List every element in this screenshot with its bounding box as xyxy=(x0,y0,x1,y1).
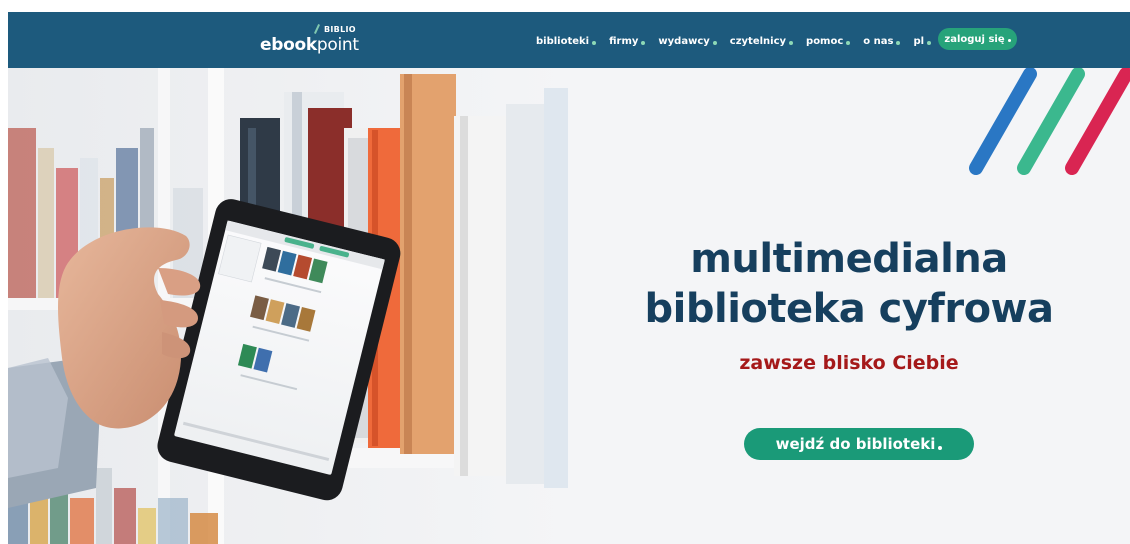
hero-subheadline: zawsze blisko Ciebie xyxy=(739,352,959,374)
logo-slash-mark xyxy=(313,24,321,34)
nav-item-label: pomoc xyxy=(806,35,844,47)
hero-headline-line1: multimedialna xyxy=(690,236,1008,282)
nav-item-label: wydawcy xyxy=(658,35,710,47)
logo-wordmark-bold: ebook xyxy=(260,35,317,55)
language-selector[interactable]: pl xyxy=(913,35,932,47)
dot-icon xyxy=(927,40,932,45)
hero-headline-line2: biblioteka cyfrowa xyxy=(644,286,1055,332)
dot-icon xyxy=(1007,39,1011,42)
decorative-stripes-icon xyxy=(969,68,1130,175)
dot-icon xyxy=(896,40,901,45)
dot-icon xyxy=(712,40,717,45)
ebookpoint-biblio-logo[interactable]: BIBLIO ebookpoint xyxy=(260,24,370,58)
dot-icon xyxy=(592,40,597,45)
logo-wordmark-light: point xyxy=(316,35,359,55)
hero-content: multimedialna biblioteka cyfrowa zawsze … xyxy=(568,68,1130,544)
dot-icon xyxy=(846,40,851,45)
nav-item-label: o nas xyxy=(863,35,894,47)
logo-tag: BIBLIO xyxy=(324,25,356,34)
nav-item-czytelnicy[interactable]: czytelnicy xyxy=(729,35,794,47)
dot-icon xyxy=(789,40,794,45)
main-nav: biblioteki firmy wydawcy czytelnicy pomo… xyxy=(536,31,944,51)
nav-item-label: firmy xyxy=(609,35,639,47)
login-label: zaloguj się xyxy=(944,33,1005,45)
logo-wordmark: ebookpoint xyxy=(260,35,359,55)
nav-item-firmy[interactable]: firmy xyxy=(609,35,646,47)
nav-item-o-nas[interactable]: o nas xyxy=(863,35,901,47)
dot-icon xyxy=(641,40,646,45)
login-button[interactable]: zaloguj się xyxy=(938,28,1017,50)
nav-item-label: biblioteki xyxy=(536,35,590,47)
nav-item-label: czytelnicy xyxy=(729,35,787,47)
nav-item-biblioteki[interactable]: biblioteki xyxy=(536,35,597,47)
hand-holding-ereader-bookshelf-image xyxy=(8,68,568,544)
cta-label: wejdź do biblioteki xyxy=(775,435,936,453)
nav-item-pomoc[interactable]: pomoc xyxy=(806,35,851,47)
language-label: pl xyxy=(913,35,925,47)
page: BIBLIO ebookpoint biblioteki firmy wydaw… xyxy=(8,12,1130,544)
enter-library-button[interactable]: wejdź do biblioteki xyxy=(744,428,974,460)
dot-icon xyxy=(938,445,943,450)
nav-item-wydawcy[interactable]: wydawcy xyxy=(658,35,717,47)
hero-image xyxy=(8,68,568,544)
top-navigation-bar: BIBLIO ebookpoint biblioteki firmy wydaw… xyxy=(8,12,1130,68)
